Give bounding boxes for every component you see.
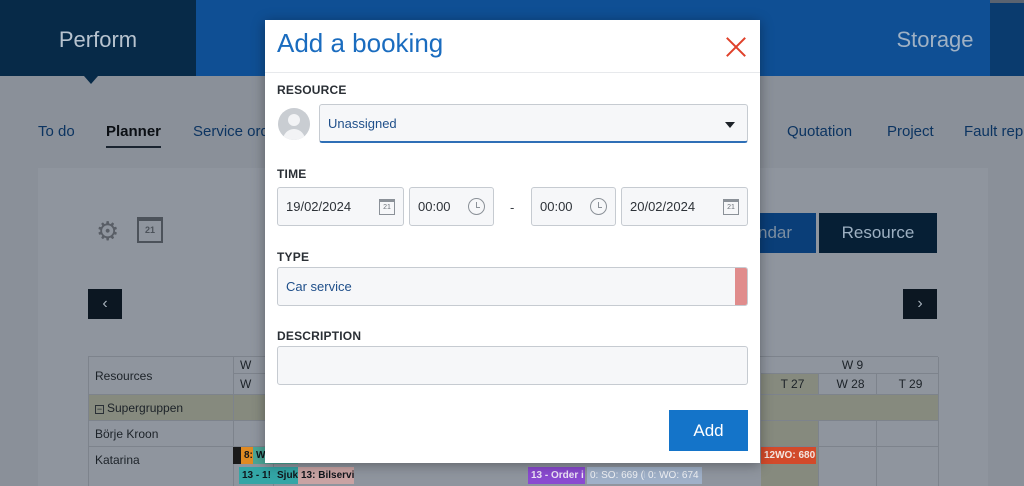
resources-header: Resources — [89, 357, 234, 395]
booking-bar[interactable]: 12WO: 680 — [761, 447, 816, 464]
booking-bar[interactable] — [233, 447, 241, 464]
collapse-icon[interactable]: − — [95, 405, 104, 414]
next-period-button[interactable]: › — [903, 289, 937, 319]
day-header-t29: T 29 — [877, 374, 939, 395]
booking-bar[interactable]: 13 - 1! — [239, 467, 274, 484]
calendar-icon[interactable]: 21 — [723, 199, 739, 215]
week-header-w9: W 9 — [761, 357, 939, 374]
clock-icon[interactable] — [590, 198, 607, 215]
resource-select-value: Unassigned — [328, 116, 397, 131]
top-nav-edge — [990, 0, 1024, 76]
cell-t29-2 — [877, 447, 939, 486]
dialog-divider — [265, 72, 760, 73]
start-date-value: 19/02/2024 — [286, 199, 352, 214]
start-time-value: 00:00 — [418, 199, 451, 214]
tab-perform[interactable]: Perform — [0, 0, 196, 84]
type-color-swatch — [735, 268, 747, 305]
tab-perform-label: Perform — [58, 27, 138, 52]
resource-view-button[interactable]: Resource — [819, 213, 937, 253]
booking-bar[interactable]: Sjuk — [274, 467, 298, 484]
dialog-title: Add a booking — [277, 28, 444, 58]
resource-label: RESOURCE — [277, 83, 347, 97]
type-select[interactable]: Car service — [277, 267, 748, 306]
type-value: Car service — [286, 279, 352, 294]
start-date-field[interactable]: 19/02/2024 21 — [277, 187, 404, 226]
start-time-field[interactable]: 00:00 — [409, 187, 494, 226]
resource-select[interactable]: Unassigned — [319, 104, 748, 143]
day-header-t27: T 27 — [761, 374, 819, 395]
subnav-planner[interactable]: Planner — [106, 123, 162, 148]
calendar-icon[interactable]: 21 — [379, 199, 395, 215]
add-button[interactable]: Add — [669, 410, 748, 451]
cell-w28-2 — [819, 447, 877, 486]
booking-bar[interactable]: 0: WO: 674 ( — [645, 467, 702, 484]
end-date-value: 20/02/2024 — [630, 199, 696, 214]
cell-w28 — [819, 421, 877, 447]
resource-row-katarina[interactable]: Katarina — [89, 447, 234, 486]
time-separator: - — [510, 200, 515, 215]
tab-storage[interactable]: Storage — [880, 0, 990, 80]
booking-bar[interactable]: 8: — [241, 447, 253, 464]
group-row[interactable]: − Supergruppen — [89, 395, 234, 421]
avatar — [278, 108, 310, 140]
end-time-field[interactable]: 00:00 — [531, 187, 616, 226]
subnav-quotation[interactable]: Quotation — [787, 123, 852, 140]
time-label: TIME — [277, 167, 307, 181]
subnav-fault-reports[interactable]: Fault rep — [964, 123, 1023, 140]
group-cell-right — [761, 395, 939, 421]
calendar-view-button[interactable]: ndar — [758, 213, 816, 253]
chevron-down-icon — [725, 122, 735, 128]
end-date-field[interactable]: 20/02/2024 21 — [621, 187, 748, 226]
add-booking-dialog: Add a booking RESOURCE Unassigned TIME 1… — [265, 20, 760, 463]
day-header-w28: W 28 — [819, 374, 877, 395]
booking-bar[interactable]: 13: Bilservic — [298, 467, 354, 484]
description-input[interactable] — [277, 346, 748, 385]
booking-bar[interactable]: 0: SO: 669 (I — [587, 467, 645, 484]
clock-icon[interactable] — [468, 198, 485, 215]
cell-t27 — [761, 421, 819, 447]
end-time-value: 00:00 — [540, 199, 573, 214]
close-icon[interactable] — [723, 34, 749, 60]
type-label: TYPE — [277, 250, 310, 264]
subnav-todo[interactable]: To do — [38, 123, 75, 140]
resource-row-borje[interactable]: Börje Kroon — [89, 421, 234, 447]
active-tab-caret — [84, 76, 98, 84]
subnav-project[interactable]: Project — [887, 123, 934, 140]
group-name: Supergruppen — [107, 401, 184, 415]
previous-period-button[interactable]: ‹ — [88, 289, 122, 319]
description-label: DESCRIPTION — [277, 329, 362, 343]
subnav-service-orders[interactable]: Service ord — [193, 123, 269, 140]
cell-t29 — [877, 421, 939, 447]
calendar-icon[interactable]: 21 — [137, 217, 163, 243]
booking-bar[interactable]: 13 - Order i — [528, 467, 585, 484]
calendar-view-label: ndar — [758, 223, 793, 242]
gear-icon[interactable]: ⚙ — [96, 218, 119, 244]
